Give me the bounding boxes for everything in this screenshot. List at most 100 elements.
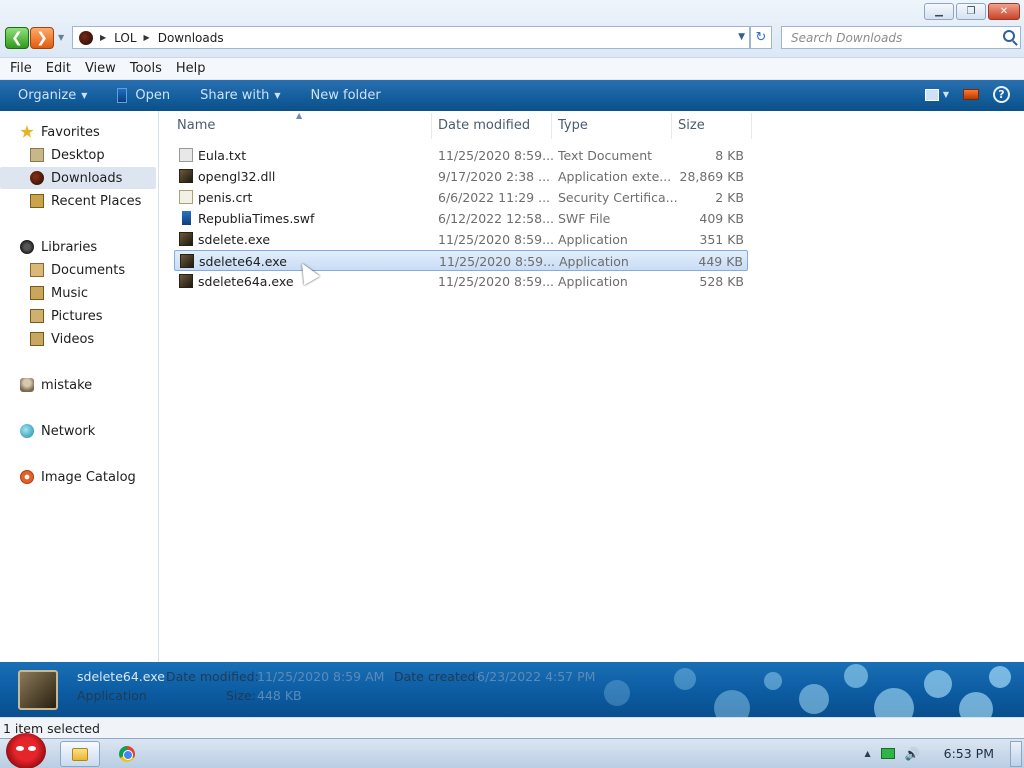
clock[interactable]: 6:53 PM [944,746,994,761]
column-divider[interactable] [431,113,432,139]
file-date-modified: 11/25/2020 8:59... [438,148,555,163]
column-header-size[interactable]: Size [678,118,705,141]
file-date-modified: 6/12/2022 12:58... [438,211,555,226]
file-row-republiatimes[interactable]: RepubliaTimes.swf 6/12/2022 12:58... SWF… [174,208,748,229]
file-date-modified: 6/6/2022 11:29 ... [438,190,551,205]
file-type: Security Certifica... [558,190,678,205]
taskbar-explorer-button[interactable] [60,741,100,767]
organize-label: Organize [18,88,77,103]
search-input[interactable] [791,30,991,45]
nav-favorites[interactable]: Favorites [0,121,156,143]
menu-tools[interactable]: Tools [130,61,162,76]
search-icon[interactable] [1003,30,1015,42]
breadcrumb-chevron-icon[interactable]: ▶ [100,33,106,42]
column-header-type[interactable]: Type [558,118,588,141]
nav-label: Pictures [51,308,103,324]
nav-documents[interactable]: Documents [0,259,156,281]
show-desktop-button[interactable] [1010,741,1022,767]
forward-button[interactable]: ❯ [30,27,54,49]
details-file-type: Application [77,688,147,703]
nav-label: Music [51,285,88,301]
menu-view[interactable]: View [85,61,116,76]
toolbar-right-group: ▼ ? [924,86,1010,103]
nav-image-catalog[interactable]: Image Catalog [0,466,156,488]
column-divider[interactable] [671,113,672,139]
new-folder-label: New folder [310,88,381,103]
nav-label: mistake [41,377,93,393]
navigation-pane: Favorites Desktop Downloads Recent Place… [0,111,159,662]
column-divider[interactable] [751,113,752,139]
file-date-modified: 11/25/2020 8:59... [439,254,556,269]
nav-recent-places[interactable]: Recent Places [0,190,156,212]
desktop-icon [30,148,44,162]
minimize-button[interactable]: ▁ [924,3,954,20]
user-folder-icon [20,378,34,392]
breadcrumb-item-lol[interactable]: LOL [114,31,136,45]
network-status-icon[interactable] [880,748,895,759]
refresh-button[interactable]: ↻ [750,26,772,49]
file-name: opengl32.dll [198,169,276,184]
nav-libraries[interactable]: Libraries [0,236,156,258]
address-bar[interactable]: ▶ LOL ▶ Downloads ▼ [72,26,750,49]
libraries-icon [20,240,34,254]
file-row-crt[interactable]: penis.crt 6/6/2022 11:29 ... Security Ce… [174,187,748,208]
documents-icon [30,263,44,277]
pictures-icon [30,309,44,323]
chrome-icon [119,746,135,762]
nav-pictures[interactable]: Pictures [0,305,156,327]
file-row-sdelete[interactable]: sdelete.exe 11/25/2020 8:59... Applicati… [174,229,748,250]
videos-icon [30,332,44,346]
start-button-icon[interactable] [6,733,46,768]
breadcrumb-item-downloads[interactable]: Downloads [158,31,224,45]
preview-pane-icon[interactable] [963,89,979,100]
nav-videos[interactable]: Videos [0,328,156,350]
search-box[interactable] [781,26,1021,49]
chevron-down-icon: ▼ [274,91,281,100]
nav-label: Videos [51,331,95,347]
address-dropdown-icon[interactable]: ▼ [738,32,745,42]
file-name: sdelete64a.exe [198,274,294,289]
file-row-opengl32[interactable]: opengl32.dll 9/17/2020 2:38 ... Applicat… [174,166,748,187]
column-header-name[interactable]: Name [177,118,215,141]
share-with-button[interactable]: Share with ▼ [200,88,280,103]
help-icon[interactable]: ? [993,86,1010,103]
nav-label: Network [41,423,96,439]
back-button[interactable]: ❮ [5,27,29,49]
file-size: 351 KB [699,232,744,247]
column-divider[interactable] [551,113,552,139]
nav-label: Favorites [41,124,100,140]
nav-downloads[interactable]: Downloads [0,167,156,189]
folder-icon [72,747,88,761]
menu-bar: File Edit View Tools Help [0,58,1024,80]
maximize-button[interactable]: ❐ [956,3,986,20]
volume-icon[interactable]: 🔊 [905,747,920,761]
file-type: Text Document [558,148,653,163]
recent-pages-dropdown-icon[interactable]: ▼ [58,33,64,42]
nav-music[interactable]: Music [0,282,156,304]
file-type: Application exte... [558,169,672,184]
nav-network[interactable]: Network [0,420,156,442]
change-view-icon[interactable] [924,88,939,101]
nav-desktop[interactable]: Desktop [0,144,156,166]
certificate-file-icon [179,190,193,204]
file-row-sdelete64[interactable]: sdelete64.exe 11/25/2020 8:59... Applica… [174,250,748,271]
column-header-date-modified[interactable]: Date modified [438,118,530,141]
show-hidden-icons-icon[interactable]: ▲ [865,749,871,758]
file-row-sdelete64a[interactable]: sdelete64a.exe 11/25/2020 8:59... Applic… [174,271,748,292]
organize-button[interactable]: Organize ▼ [18,88,87,103]
breadcrumb-chevron-icon[interactable]: ▶ [144,33,150,42]
file-row-eula[interactable]: Eula.txt 11/25/2020 8:59... Text Documen… [174,145,748,166]
open-button[interactable]: Open [117,88,171,103]
taskbar-chrome-button[interactable] [110,741,144,767]
details-date-created-label: Date created: [394,669,480,684]
nav-user-folder[interactable]: mistake [0,374,156,396]
menu-help[interactable]: Help [176,61,206,76]
sort-arrow-icon: ▲ [296,111,303,120]
close-button[interactable]: ✕ [988,3,1020,20]
chevron-down-icon[interactable]: ▼ [943,90,949,99]
menu-file[interactable]: File [10,61,32,76]
open-label: Open [135,88,171,103]
menu-edit[interactable]: Edit [46,61,71,76]
exe-file-icon [179,274,193,288]
new-folder-button[interactable]: New folder [311,88,381,103]
